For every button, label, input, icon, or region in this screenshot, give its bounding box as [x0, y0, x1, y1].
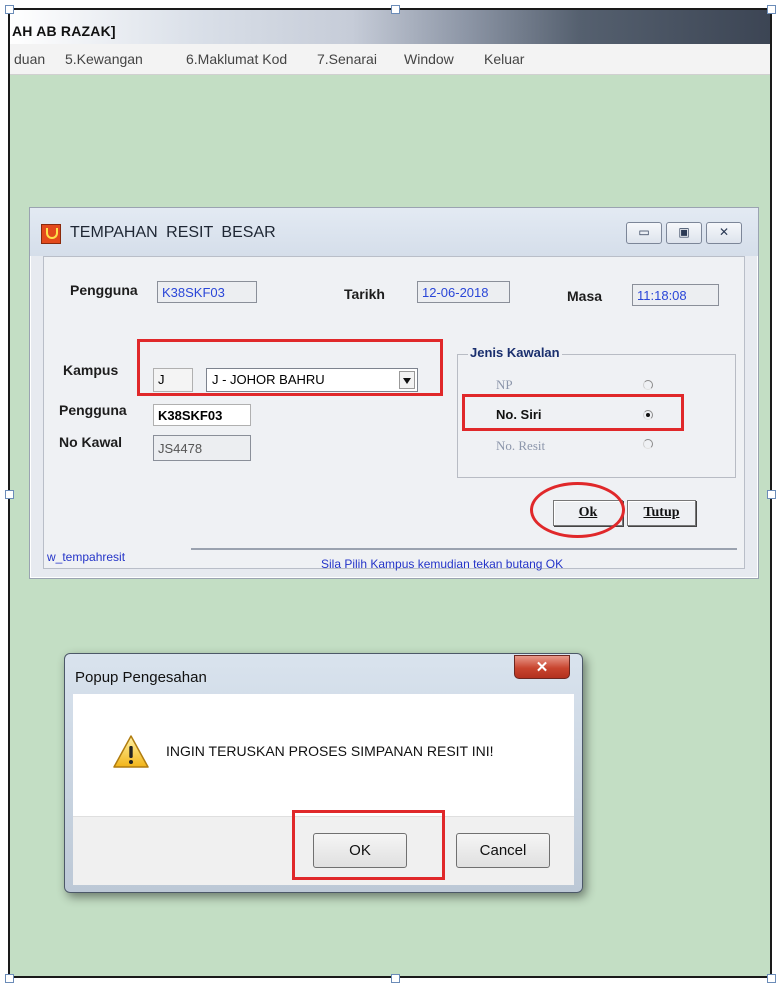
selection-handle[interactable]: [5, 5, 14, 14]
pengguna-form-label: Pengguna: [59, 402, 127, 418]
menu-item-panduan[interactable]: duan: [14, 51, 45, 67]
app-title: AH AB RAZAK]: [12, 23, 116, 39]
menu-bar: duan 5.Kewangan 6.Maklumat Kod 7.Senarai…: [10, 44, 770, 75]
resit-window-title: TEMPAHAN RESIT BESAR: [70, 224, 276, 241]
selection-handle[interactable]: [5, 490, 14, 499]
selection-handle[interactable]: [391, 974, 400, 983]
minimize-button[interactable]: ▭: [626, 222, 662, 244]
jenis-kawalan-legend: Jenis Kawalan: [468, 345, 562, 360]
no-siri-highlight: [462, 394, 684, 431]
menu-item-maklumat-kod[interactable]: 6.Maklumat Kod: [186, 51, 287, 67]
tarikh-field: 12-06-2018: [417, 281, 510, 303]
status-window-name: w_tempahresit: [47, 550, 126, 564]
selection-handle[interactable]: [5, 974, 14, 983]
pengguna-header-field: K38SKF03: [157, 281, 257, 303]
popup-ok-highlight: [292, 810, 445, 880]
resit-window-titlebar: TEMPAHAN RESIT BESAR ▭ ▣ ✕: [30, 208, 758, 256]
kampus-label: Kampus: [63, 362, 119, 378]
popup-body: INGIN TERUSKAN PROSES SIMPANAN RESIT INI…: [73, 694, 574, 816]
tarikh-label: Tarikh: [344, 286, 385, 302]
popup-title: Popup Pengesahan: [75, 669, 207, 686]
popup-message: INGIN TERUSKAN PROSES SIMPANAN RESIT INI…: [166, 743, 494, 759]
no-kawal-label: No Kawal: [59, 434, 123, 450]
selection-handle[interactable]: [767, 5, 776, 14]
pengguna-header-label: Pengguna: [70, 282, 138, 298]
ok-highlight: [530, 482, 625, 538]
masa-label: Masa: [567, 288, 603, 304]
popup-cancel-label: Cancel: [479, 842, 527, 859]
status-divider: [191, 548, 737, 550]
radio-label-no-resit: No. Resit: [496, 438, 546, 453]
menu-item-kewangan[interactable]: 5.Kewangan: [65, 51, 143, 67]
menu-item-keluar[interactable]: Keluar: [484, 51, 524, 67]
radio-no-resit[interactable]: [643, 439, 653, 449]
selection-handle[interactable]: [767, 490, 776, 499]
menu-item-senarai[interactable]: 7.Senarai: [317, 51, 377, 67]
selection-handle[interactable]: [391, 5, 400, 14]
app-icon: [41, 224, 61, 244]
status-message: Sila Pilih Kampus kemudian tekan butang …: [321, 557, 564, 571]
popup-cancel-button[interactable]: Cancel: [456, 833, 550, 868]
no-kawal-field: JS4478: [153, 435, 251, 461]
app-title-bar: AH AB RAZAK]: [10, 10, 770, 44]
warning-icon: [113, 735, 149, 768]
tutup-button[interactable]: Tutup: [627, 500, 696, 526]
kampus-highlight: [137, 339, 443, 396]
tutup-button-label: Tutup: [643, 505, 680, 520]
maximize-icon: ▣: [678, 225, 690, 239]
close-button[interactable]: ✕: [706, 222, 742, 244]
popup-close-button[interactable]: ✕: [514, 655, 570, 679]
pengguna-form-field[interactable]: K38SKF03: [153, 404, 251, 426]
minimize-icon: ▭: [638, 225, 650, 239]
radio-label-np: NP: [496, 377, 513, 392]
close-icon: ✕: [718, 225, 730, 239]
selection-handle[interactable]: [767, 974, 776, 983]
close-icon: ✕: [535, 659, 549, 676]
menu-item-window[interactable]: Window: [404, 51, 454, 67]
radio-np[interactable]: [643, 380, 653, 390]
maximize-button[interactable]: ▣: [666, 222, 702, 244]
masa-field: 11:18:08: [632, 284, 719, 306]
